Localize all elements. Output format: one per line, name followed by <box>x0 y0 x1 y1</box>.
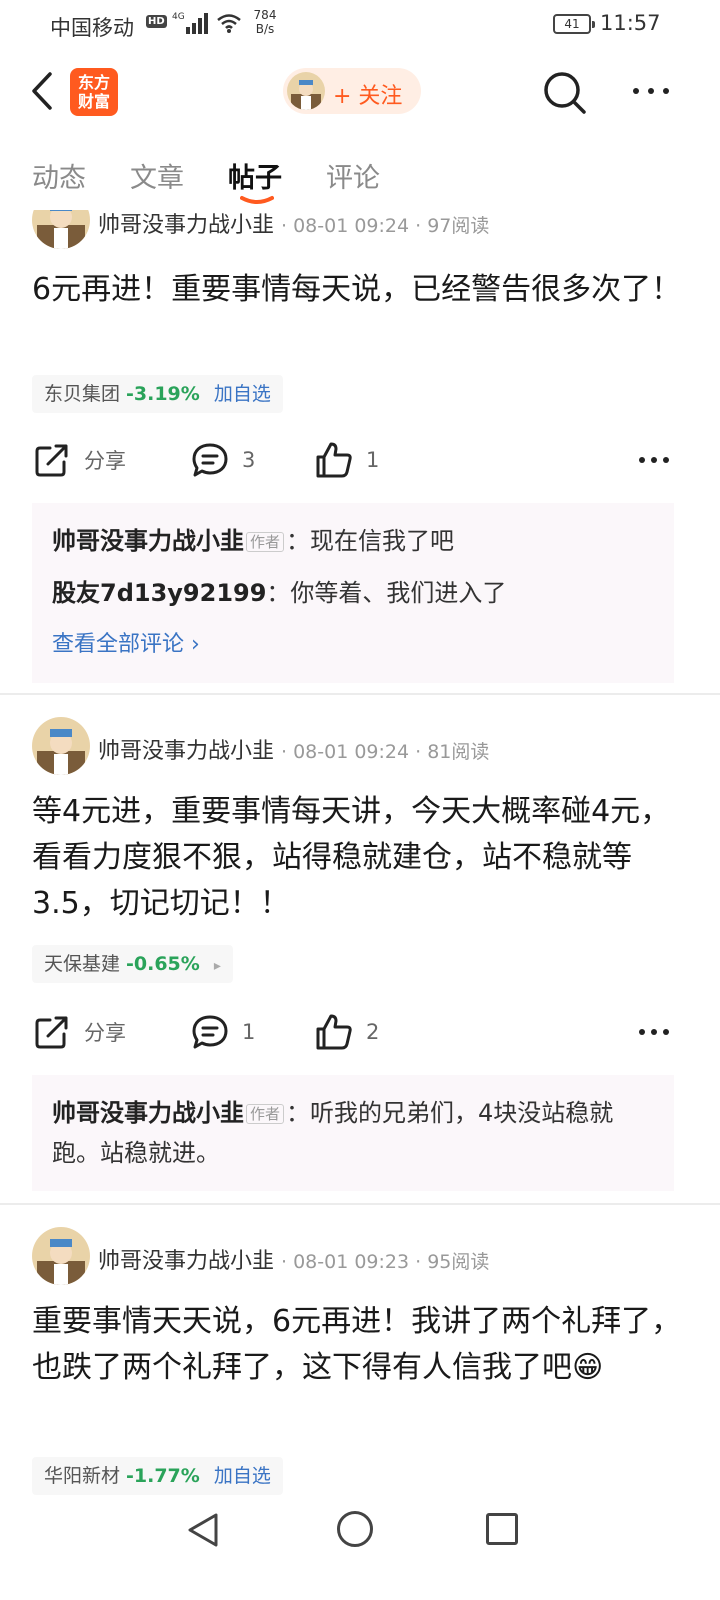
comment-author[interactable]: 帅哥没事力战小韭 <box>52 1099 244 1127</box>
stock-tag[interactable]: 天保基建 -0.65% ▸ <box>32 945 233 983</box>
post-text[interactable]: 等4元进，重要事情每天讲，今天大概率碰4元，看看力度狠不狠，站得稳就建仓，站不稳… <box>32 789 682 927</box>
comment-author[interactable]: 股友7d13y92199 <box>52 579 266 607</box>
thumbs-up-icon <box>316 442 352 478</box>
signal-icon: 4G <box>172 12 208 34</box>
like-count: 2 <box>366 1020 380 1044</box>
comment-item[interactable]: 股友7d13y92199：你等着、我们进入了 <box>52 567 654 619</box>
share-button[interactable]: 分享 <box>32 435 126 485</box>
speed-value: 784 <box>253 8 277 22</box>
add-watchlist-button[interactable]: 加自选 <box>214 383 271 405</box>
share-icon <box>35 444 68 477</box>
tab-dynamics[interactable]: 动态 <box>32 156 86 195</box>
network-speed: 784 B/s <box>250 8 280 36</box>
view-all-comments-link[interactable]: 查看全部评论 › <box>52 619 654 671</box>
post-more-icon[interactable] <box>636 1019 672 1045</box>
search-icon[interactable] <box>540 68 588 116</box>
follow-button[interactable]: + 关注 <box>283 68 421 114</box>
share-label: 分享 <box>84 449 126 473</box>
avatar[interactable] <box>32 1227 90 1285</box>
post-time-reads: · 08-01 09:24 · 97阅读 <box>281 215 490 237</box>
post-actions: 分享 3 1 <box>0 435 720 485</box>
follow-label: + 关注 <box>333 84 403 109</box>
comment-preview: 帅哥没事力战小韭 作者 ：听我的兄弟们，4块没站稳就跑。站稳就进。 <box>32 1075 674 1191</box>
chevron-right-icon[interactable]: ▸ <box>214 958 221 974</box>
more-options-icon[interactable] <box>628 76 674 106</box>
profile-tabs: 动态 文章 帖子 评论 <box>0 150 720 210</box>
post-author[interactable]: 帅哥没事力战小韭 <box>98 213 274 238</box>
speed-unit: B/s <box>255 22 275 36</box>
post-text[interactable]: 6元再进！重要事情每天说，已经警告很多次了！ <box>32 267 682 313</box>
comment-count: 3 <box>242 448 256 472</box>
comment-text: ：你等着、我们进入了 <box>266 579 507 607</box>
post-meta: 帅哥没事力战小韭 · 08-01 09:24 · 81阅读 <box>98 733 489 765</box>
stock-change: -0.65% <box>126 953 200 975</box>
post-meta: 帅哥没事力战小韭 · 08-01 09:24 · 97阅读 <box>98 207 489 239</box>
top-nav: 东方 财富 + 关注 <box>0 60 720 122</box>
back-arrow-icon[interactable] <box>26 70 62 112</box>
comment-text: ：现在信我了吧 <box>286 527 455 555</box>
avatar[interactable] <box>32 717 90 775</box>
nav-recents-icon[interactable] <box>486 1513 518 1545</box>
stock-name: 华阳新材 <box>44 1465 121 1487</box>
like-count: 1 <box>366 448 380 472</box>
stock-name: 天保基建 <box>44 953 121 975</box>
post-author[interactable]: 帅哥没事力战小韭 <box>98 739 274 764</box>
tab-posts[interactable]: 帖子 <box>228 156 282 195</box>
comment-button[interactable]: 3 <box>190 435 255 485</box>
battery-icon: 41 <box>553 14 595 34</box>
logo-text-bottom: 财富 <box>77 92 110 111</box>
system-nav-bar <box>0 1500 720 1600</box>
post-divider <box>0 693 720 695</box>
logo-text-top: 东方 <box>77 73 110 92</box>
like-button[interactable]: 2 <box>314 1007 379 1057</box>
post-more-icon[interactable] <box>636 447 672 473</box>
clock: 11:57 <box>600 11 661 35</box>
comment-author[interactable]: 帅哥没事力战小韭 <box>52 527 244 555</box>
comment-item[interactable]: 帅哥没事力战小韭 作者 ：听我的兄弟们，4块没站稳就跑。站稳就进。 <box>52 1087 654 1179</box>
app-logo[interactable]: 东方 财富 <box>70 68 118 116</box>
wifi-icon <box>217 14 241 33</box>
post-time-reads: · 08-01 09:23 · 95阅读 <box>281 1251 490 1273</box>
avatar <box>287 72 325 110</box>
share-icon <box>35 1016 68 1049</box>
post-divider <box>0 1203 720 1205</box>
share-label: 分享 <box>84 1021 126 1045</box>
thumbs-up-icon <box>316 1014 352 1050</box>
nav-home-icon[interactable] <box>337 1511 373 1547</box>
author-badge: 作者 <box>246 1104 285 1124</box>
tab-comments[interactable]: 评论 <box>326 156 380 195</box>
post-author[interactable]: 帅哥没事力战小韭 <box>98 1249 274 1274</box>
comment-preview: 帅哥没事力战小韭 作者 ：现在信我了吧 股友7d13y92199：你等着、我们进入了… <box>32 503 674 683</box>
comment-button[interactable]: 1 <box>190 1007 255 1057</box>
carrier-label: 中国移动 <box>50 16 134 40</box>
post-meta: 帅哥没事力战小韭 · 08-01 09:23 · 95阅读 <box>98 1243 489 1275</box>
stock-name: 东贝集团 <box>44 383 121 405</box>
post-actions: 分享 1 2 <box>0 1007 720 1057</box>
tab-articles[interactable]: 文章 <box>130 156 184 195</box>
comment-icon <box>192 1015 228 1049</box>
network-type-label: 4G <box>172 12 185 22</box>
stock-change: -1.77% <box>126 1465 200 1487</box>
author-badge: 作者 <box>246 532 285 552</box>
stock-change: -3.19% <box>126 383 200 405</box>
stock-tag[interactable]: 华阳新材 -1.77% 加自选 <box>32 1457 283 1495</box>
add-watchlist-button[interactable]: 加自选 <box>214 1465 271 1487</box>
hd-badge: HD <box>146 15 167 28</box>
nav-back-icon[interactable] <box>186 1512 220 1548</box>
comment-icon <box>192 443 228 477</box>
share-button[interactable]: 分享 <box>32 1007 126 1057</box>
comment-item[interactable]: 帅哥没事力战小韭 作者 ：现在信我了吧 <box>52 515 654 567</box>
like-button[interactable]: 1 <box>314 435 379 485</box>
stock-tag[interactable]: 东贝集团 -3.19% 加自选 <box>32 375 283 413</box>
status-bar: 中国移动 HD 4G 784 B/s 41 11:57 <box>0 0 720 50</box>
post-text[interactable]: 重要事情天天说，6元再进！我讲了两个礼拜了，也跌了两个礼拜了，这下得有人信我了吧… <box>32 1299 682 1391</box>
comment-count: 1 <box>242 1020 256 1044</box>
post-time-reads: · 08-01 09:24 · 81阅读 <box>281 741 490 763</box>
active-tab-indicator <box>240 196 274 204</box>
